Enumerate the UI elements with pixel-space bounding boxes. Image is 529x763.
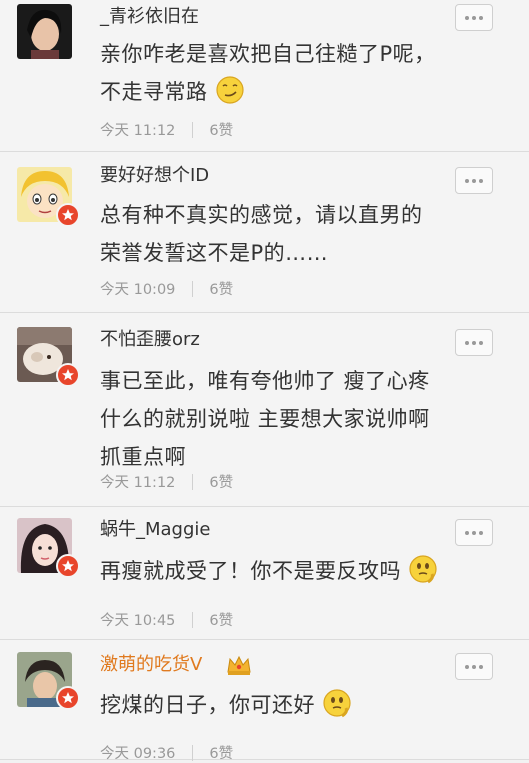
more-options-button[interactable] bbox=[455, 167, 493, 194]
comment-time: 今天 10:09 bbox=[100, 282, 176, 298]
more-options-button[interactable] bbox=[455, 4, 493, 31]
comment-meta: 今天 11:12 6赞 bbox=[100, 119, 233, 140]
comment-time: 今天 11:12 bbox=[100, 475, 176, 491]
comment-time: 今天 10:45 bbox=[100, 613, 176, 629]
comment-text: 事已至此，唯有夸他帅了 瘦了心疼 什么的就别说啦 主要想大家说帅啊 抓重点啊 bbox=[100, 362, 499, 476]
thinking-face-icon bbox=[408, 554, 438, 596]
like-count[interactable]: 6赞 bbox=[209, 119, 233, 140]
comment-username[interactable]: 激萌的吃货V bbox=[100, 652, 202, 678]
comment-list: _青衫依旧在 亲你咋老是喜欢把自己往糙了P呢， 不走寻常路 今天 11:12 6… bbox=[0, 0, 529, 763]
comment-text-line: 不走寻常路 bbox=[100, 80, 208, 104]
comment-item: 蜗牛_Maggie 再瘦就成受了！你不是要反攻吗 今天 10:45 6赞 bbox=[0, 507, 529, 640]
comment-text: 挖煤的日子，你可还好 bbox=[100, 686, 499, 730]
comment-username[interactable]: 蜗牛_Maggie bbox=[100, 517, 211, 543]
like-count[interactable]: 6赞 bbox=[209, 278, 233, 299]
verified-badge-icon bbox=[56, 554, 80, 578]
comment-text-line: 挖煤的日子，你可还好 bbox=[100, 693, 315, 717]
verified-badge-icon bbox=[56, 363, 80, 387]
comment-meta: 今天 11:12 6赞 bbox=[100, 471, 233, 492]
comment-item: _青衫依旧在 亲你咋老是喜欢把自己往糙了P呢， 不走寻常路 今天 11:12 6… bbox=[0, 0, 529, 152]
comment-text: 亲你咋老是喜欢把自己往糙了P呢， 不走寻常路 bbox=[100, 35, 499, 117]
comment-meta: 今天 09:36 6赞 bbox=[100, 742, 233, 763]
comment-time: 今天 11:12 bbox=[100, 123, 176, 139]
comment-text-line: 再瘦就成受了！你不是要反攻吗 bbox=[100, 559, 401, 583]
comment-username[interactable]: _青衫依旧在 bbox=[100, 4, 199, 30]
comment-text: 再瘦就成受了！你不是要反攻吗 bbox=[100, 552, 499, 596]
comment-text-line: 荣誉发誓这不是P的…… bbox=[100, 241, 329, 265]
more-options-button[interactable] bbox=[455, 519, 493, 546]
comment-text-line: 事已至此，唯有夸他帅了 瘦了心疼 bbox=[100, 369, 430, 393]
avatar[interactable] bbox=[17, 4, 72, 59]
more-options-button[interactable] bbox=[455, 653, 493, 680]
more-options-button[interactable] bbox=[455, 329, 493, 356]
comment-meta: 今天 10:09 6赞 bbox=[100, 278, 233, 299]
comment-text-line: 什么的就别说啦 主要想大家说帅啊 bbox=[100, 407, 430, 431]
comment-username[interactable]: 要好好想个ID bbox=[100, 163, 209, 189]
comment-text: 总有种不真实的感觉，请以直男的 荣誉发誓这不是P的…… bbox=[100, 196, 499, 272]
verified-badge-icon bbox=[56, 686, 80, 710]
like-count[interactable]: 6赞 bbox=[209, 609, 233, 630]
crown-icon bbox=[226, 654, 252, 680]
comment-meta: 今天 10:45 6赞 bbox=[100, 609, 233, 630]
verified-badge-icon bbox=[56, 203, 80, 227]
smirk-face-icon bbox=[215, 75, 245, 117]
comment-item: 激萌的吃货V 挖煤的日子，你可还好 今天 09:36 6赞 bbox=[0, 640, 529, 763]
comment-item: 要好好想个ID 总有种不真实的感觉，请以直男的 荣誉发誓这不是P的…… 今天 1… bbox=[0, 152, 529, 313]
like-count[interactable]: 6赞 bbox=[209, 471, 233, 492]
thinking-face-icon bbox=[322, 688, 352, 730]
comment-username[interactable]: 不怕歪腰orz bbox=[100, 327, 200, 353]
like-count[interactable]: 6赞 bbox=[209, 742, 233, 763]
comment-text-line: 总有种不真实的感觉，请以直男的 bbox=[100, 203, 423, 227]
comment-time: 今天 09:36 bbox=[100, 746, 176, 762]
comment-text-line: 亲你咋老是喜欢把自己往糙了P呢， bbox=[100, 42, 436, 66]
comment-item: 不怕歪腰orz 事已至此，唯有夸他帅了 瘦了心疼 什么的就别说啦 主要想大家说帅… bbox=[0, 313, 529, 507]
